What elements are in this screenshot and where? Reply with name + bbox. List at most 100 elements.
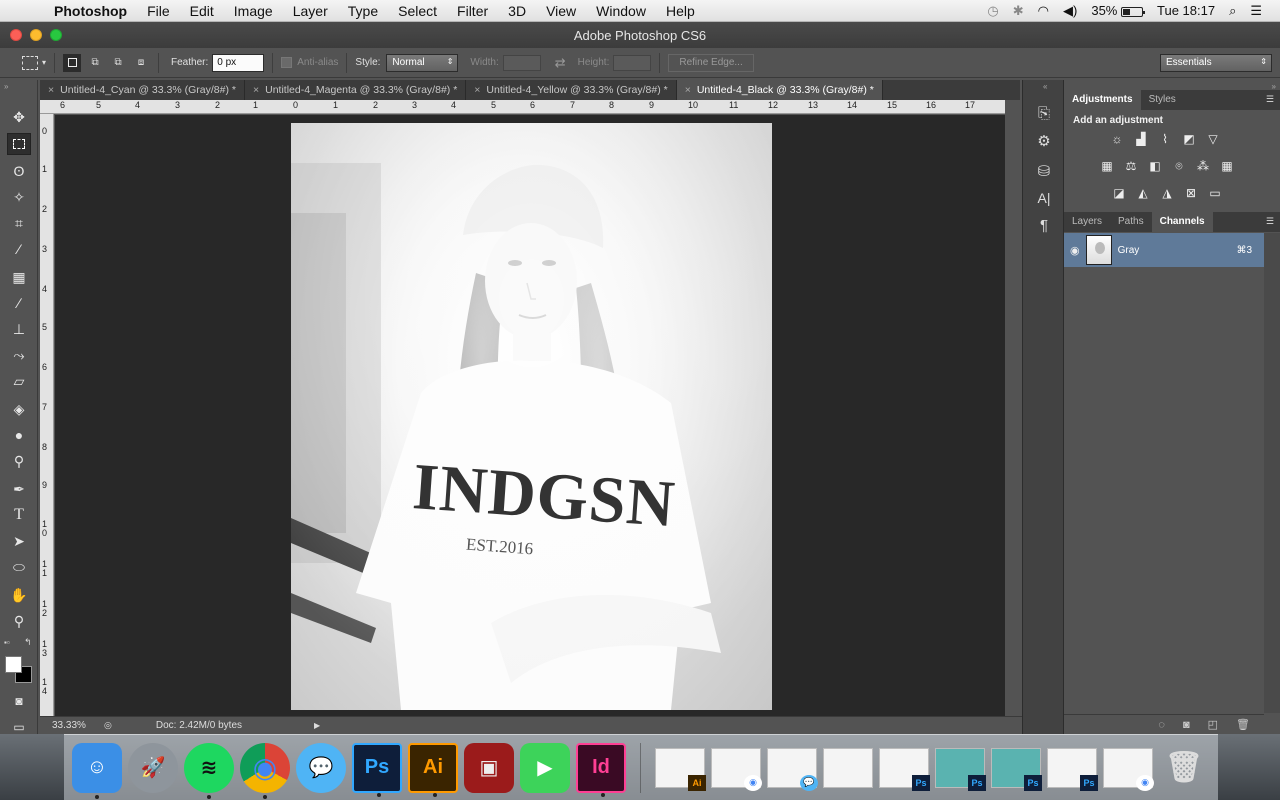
eraser-tool-icon[interactable]: ▱ [7, 370, 31, 392]
refine-edge-button[interactable]: Refine Edge... [668, 53, 754, 72]
gradient-tool-icon[interactable]: ◈ [7, 398, 31, 420]
bluetooth-icon[interactable]: ✱ [1013, 3, 1024, 19]
menu-3d[interactable]: 3D [498, 3, 536, 19]
menu-file[interactable]: File [137, 3, 180, 19]
dock-minimized-window[interactable]: Ps [879, 747, 930, 791]
blur-tool-icon[interactable]: ● [7, 424, 31, 446]
menu-select[interactable]: Select [388, 3, 447, 19]
foreground-color-swatch[interactable] [5, 656, 22, 673]
menu-image[interactable]: Image [224, 3, 283, 19]
menu-window[interactable]: Window [586, 3, 656, 19]
color-balance-icon[interactable]: ⚖ [1122, 158, 1140, 174]
history-brush-tool-icon[interactable]: ⤳ [7, 344, 31, 366]
dock-minimized-window[interactable] [823, 747, 873, 788]
tab-adjustments[interactable]: Adjustments [1064, 90, 1141, 110]
brush-tool-icon[interactable]: ∕ [7, 292, 31, 314]
menu-filter[interactable]: Filter [447, 3, 498, 19]
close-window-button[interactable] [10, 29, 22, 41]
zoom-tool-icon[interactable]: ⚲ [7, 610, 31, 632]
clock[interactable]: Tue 18:17 [1157, 3, 1215, 18]
dock-photoshop[interactable]: Ps [352, 742, 402, 797]
clone-stamp-tool-icon[interactable]: ⊥ [7, 318, 31, 340]
dock-minimized-window[interactable]: Ps [935, 747, 986, 791]
delete-channel-icon[interactable]: 🗑 [1236, 718, 1250, 731]
swap-colors-icon[interactable]: ↰ [24, 637, 32, 648]
notification-center-icon[interactable]: ☰ [1250, 3, 1262, 19]
dock-minimized-window[interactable]: 💬 [767, 747, 818, 791]
gradient-map-icon[interactable]: ▭ [1206, 185, 1224, 201]
dock-finder[interactable]: ☺ [72, 742, 122, 799]
menu-app-name[interactable]: Photoshop [54, 3, 137, 19]
panel-menu-icon[interactable]: ☰ [1260, 90, 1280, 110]
share-icon[interactable]: ◎ [104, 720, 112, 731]
intersect-selection-icon[interactable]: ⧈ [132, 54, 150, 72]
brightness-contrast-icon[interactable]: ☼ [1108, 131, 1126, 147]
visibility-eye-icon[interactable]: ◉ [1070, 244, 1080, 257]
rectangular-marquee-tool-icon[interactable] [7, 133, 31, 155]
vibrance-icon[interactable]: ▽ [1204, 131, 1222, 147]
style-select[interactable]: Normal ⇕ [386, 53, 459, 72]
chevron-down-icon[interactable]: ▾ [42, 58, 46, 67]
history-panel-icon[interactable]: ⎘ [1032, 102, 1056, 126]
status-menu-arrow-icon[interactable]: ▶ [314, 721, 320, 730]
move-tool-icon[interactable]: ✥ [7, 106, 31, 128]
dock-chrome[interactable]: ◉ [240, 742, 290, 799]
close-tab-icon[interactable]: × [48, 84, 54, 96]
color-lookup-icon[interactable]: ▦ [1218, 158, 1236, 174]
close-tab-icon[interactable]: × [685, 84, 691, 96]
invert-icon[interactable]: ◪ [1110, 185, 1128, 201]
character-panel-icon[interactable]: A| [1032, 186, 1056, 210]
dock-minimized-window[interactable]: Ps [1047, 747, 1098, 791]
marquee-preset-icon[interactable] [22, 55, 38, 70]
dock-facetime[interactable]: ▶ [520, 742, 570, 793]
height-input[interactable] [613, 54, 652, 71]
selective-color-icon[interactable]: ⊠ [1182, 185, 1200, 201]
minimize-window-button[interactable] [30, 29, 42, 41]
dock-photo-booth[interactable]: ▣ [464, 742, 514, 793]
ellipse-tool-icon[interactable]: ⬭ [7, 556, 31, 578]
levels-icon[interactable]: ▟ [1132, 131, 1150, 147]
healing-brush-tool-icon[interactable]: ▦ [7, 266, 31, 288]
horizontal-ruler[interactable]: 6 5 4 3 2 1 0 1 2 3 4 5 6 7 8 9 10 11 12… [40, 100, 1005, 114]
new-channel-icon[interactable]: ◰ [1208, 718, 1218, 731]
volume-icon[interactable]: ◀) [1063, 3, 1077, 19]
menu-help[interactable]: Help [656, 3, 705, 19]
posterize-icon[interactable]: ◭ [1134, 185, 1152, 201]
battery-status[interactable]: 35% [1091, 3, 1145, 18]
pen-tool-icon[interactable]: ✒ [7, 478, 31, 500]
quick-selection-tool-icon[interactable]: ✧ [7, 186, 31, 208]
workspace-select[interactable]: Essentials ⇕ [1160, 53, 1272, 72]
menu-edit[interactable]: Edit [180, 3, 224, 19]
zoom-window-button[interactable] [50, 29, 62, 41]
dock-trash[interactable]: 🗑 [1159, 743, 1209, 793]
vertical-ruler[interactable]: 0 1 2 3 4 5 6 7 8 9 1 0 1 1 1 2 1 3 1 4 [40, 114, 54, 716]
curves-icon[interactable]: ⌇ [1156, 131, 1174, 147]
channel-row-gray[interactable]: ◉ Gray ⌘3 [1064, 233, 1264, 267]
feather-input[interactable]: 0 px [212, 53, 265, 72]
tab-black[interactable]: × Untitled-4_Black @ 33.3% (Gray/8#) * [676, 80, 883, 100]
hue-saturation-icon[interactable]: ▦ [1098, 158, 1116, 174]
dock-minimized-window[interactable]: Ps [991, 747, 1042, 791]
channel-mixer-icon[interactable]: ⁂ [1194, 158, 1212, 174]
tab-styles[interactable]: Styles [1141, 90, 1184, 110]
tab-magenta[interactable]: × Untitled-4_Magenta @ 33.3% (Gray/8#) * [245, 80, 467, 100]
dock-illustrator[interactable]: Ai [408, 742, 458, 797]
close-tab-icon[interactable]: × [474, 84, 480, 96]
black-white-icon[interactable]: ◧ [1146, 158, 1164, 174]
add-to-selection-icon[interactable]: ⧉ [86, 54, 104, 72]
save-selection-icon[interactable]: ◙ [1183, 719, 1190, 731]
crop-tool-icon[interactable]: ⌗ [7, 212, 31, 234]
tab-yellow[interactable]: × Untitled-4_Yellow @ 33.3% (Gray/8#) * [466, 80, 677, 100]
lasso-tool-icon[interactable]: ʘ [7, 160, 31, 182]
subtract-from-selection-icon[interactable]: ⧉ [109, 54, 127, 72]
exposure-icon[interactable]: ◩ [1180, 131, 1198, 147]
new-selection-icon[interactable] [63, 53, 82, 72]
menu-view[interactable]: View [536, 3, 586, 19]
quick-mask-icon[interactable]: ◙ [7, 690, 31, 712]
collapse-toolbox-icon[interactable]: » [4, 82, 8, 91]
panel-menu-icon[interactable]: ☰ [1260, 212, 1280, 232]
load-selection-icon[interactable]: ◌ [1158, 719, 1165, 731]
dock-minimized-window[interactable]: Ai [655, 747, 706, 791]
paragraph-panel-icon[interactable]: ¶ [1032, 214, 1056, 238]
photo-filter-icon[interactable]: ⌾ [1170, 158, 1188, 174]
